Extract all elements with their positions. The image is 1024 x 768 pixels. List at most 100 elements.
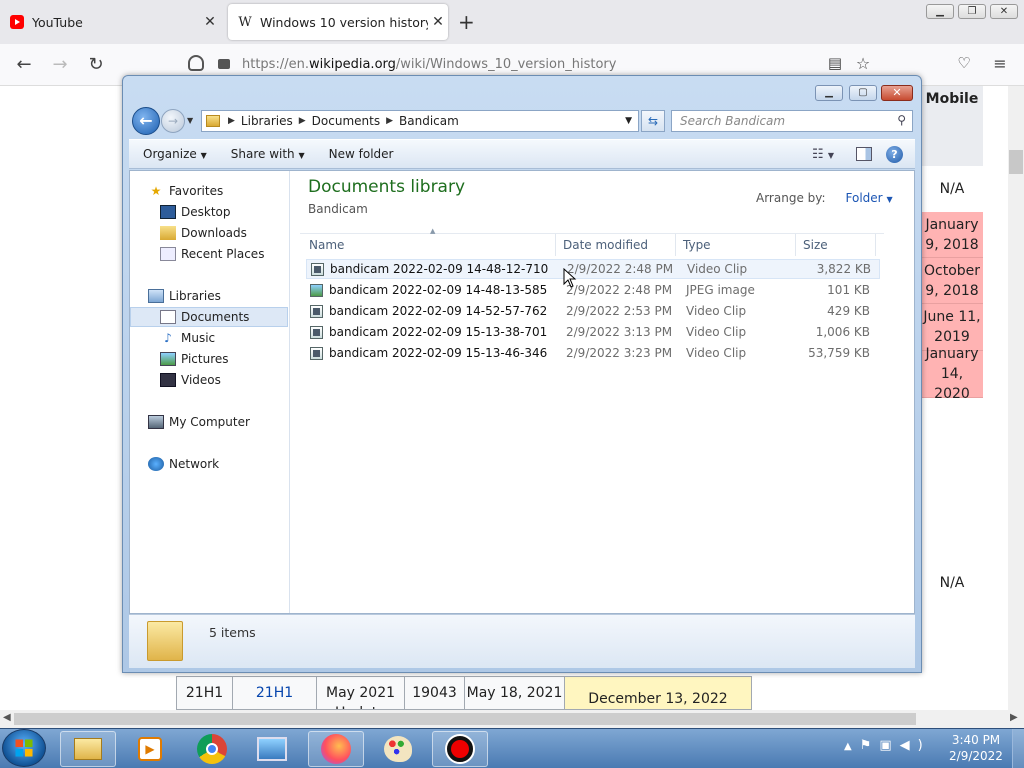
library-subtitle: Bandicam [308,202,368,216]
table-cell: 21H1 [177,677,233,709]
scroll-left-icon[interactable]: ◀ [3,712,11,723]
folder-icon [206,115,220,127]
view-options-icon[interactable]: ☷ ▼ [812,147,834,162]
explorer-forward-icon[interactable]: → [161,109,185,133]
chevron-down-icon: ▼ [200,151,207,160]
table-cell: December 13, 2022 [565,677,751,709]
navigation-pane: ★ Favorites Desktop Downloads Recent Plac… [130,171,290,613]
recent-places-icon [160,247,176,261]
back-icon[interactable]: ← [13,54,35,75]
documents-icon [160,310,176,324]
refresh-icon[interactable]: ⇆ [641,110,665,132]
start-button[interactable] [2,729,46,767]
taskbar-bandicam[interactable] [432,731,488,767]
address-dropdown-icon[interactable]: ▼ [625,116,632,126]
preview-pane-icon[interactable] [856,147,872,161]
nav-downloads[interactable]: Downloads [130,223,288,243]
folder-icon [74,738,102,760]
file-row[interactable]: bandicam 2022-02-09 14-48-12-710 2/9/202… [306,259,880,279]
history-dropdown-icon[interactable]: ▼ [187,116,193,125]
file-row[interactable]: bandicam 2022-02-09 14-48-13-585 2/9/202… [306,280,880,300]
taskbar-chrome[interactable] [184,731,240,767]
vertical-scrollbar[interactable] [1008,86,1024,710]
taskbar-photo-viewer[interactable] [244,731,300,767]
share-with-button[interactable]: Share with ▼ [231,147,305,161]
breadcrumb-separator-icon[interactable]: ▶ [386,116,393,126]
breadcrumb-separator-icon[interactable]: ▶ [299,116,306,126]
new-tab-button[interactable]: + [458,12,475,32]
shield-icon[interactable] [188,55,204,71]
taskbar-paint[interactable] [370,731,426,767]
explorer-back-icon[interactable]: ← [132,107,160,135]
file-row[interactable]: bandicam 2022-02-09 15-13-46-346 2/9/202… [306,343,880,363]
network-tray-icon[interactable]: ▣ [879,738,899,753]
nav-music[interactable]: ♪ Music [130,328,288,348]
action-center-icon[interactable]: ⚑ [860,738,880,753]
nav-videos[interactable]: Videos [130,370,288,390]
browser-tab-bar: YouTube ✕ W Windows 10 version history -… [0,0,1024,44]
explorer-maximize-icon[interactable]: ▢ [849,85,877,101]
column-header-date[interactable]: Date modified [556,234,676,256]
help-icon[interactable]: ? [886,145,903,163]
minimize-icon[interactable]: ▁ [926,4,954,19]
restore-icon[interactable]: ❐ [958,4,986,19]
pocket-icon[interactable]: ♡ [953,54,975,72]
search-placeholder: Search Bandicam [680,114,786,128]
nav-desktop[interactable]: Desktop [130,202,288,222]
file-row[interactable]: bandicam 2022-02-09 15-13-38-701 2/9/202… [306,322,880,342]
taskbar-media-player[interactable]: ▶ [122,731,178,767]
search-icon[interactable]: ⚲ [897,113,906,127]
search-input[interactable]: Search Bandicam ⚲ [671,110,913,132]
column-header-type[interactable]: Type [676,234,796,256]
column-header-name[interactable]: Name [302,234,556,256]
music-icon: ♪ [164,331,172,345]
scroll-right-icon[interactable]: ▶ [1010,712,1018,723]
bookmark-star-icon[interactable]: ☆ [852,54,874,73]
taskbar-firefox[interactable] [308,731,364,767]
file-row[interactable]: bandicam 2022-02-09 14-52-57-762 2/9/202… [306,301,880,321]
breadcrumb-documents[interactable]: Documents [312,114,380,128]
close-icon[interactable]: ✕ [990,4,1018,19]
nav-pictures[interactable]: Pictures [130,349,288,369]
organize-button[interactable]: Organize ▼ [143,147,207,161]
pictures-icon [160,352,176,366]
tab-close-icon[interactable]: ✕ [428,14,448,30]
column-header-size[interactable]: Size [796,234,876,256]
forward-icon[interactable]: → [49,54,71,75]
reader-view-icon[interactable]: ▤ [824,54,846,72]
menu-icon[interactable]: ≡ [989,54,1011,73]
tab-title: YouTube [32,14,83,30]
reload-icon[interactable]: ↻ [85,54,107,75]
horizontal-scroll-thumb[interactable] [14,713,916,725]
nav-recent-places[interactable]: Recent Places [130,244,288,264]
lock-icon[interactable] [218,59,230,69]
table-cell: October 9, 2018 [921,258,983,304]
tab-youtube[interactable]: YouTube ✕ [0,4,220,40]
tab-wikipedia[interactable]: W Windows 10 version history - W ✕ [228,4,448,40]
new-folder-button[interactable]: New folder [329,147,394,161]
nav-network[interactable]: Network [130,454,288,474]
tab-close-icon[interactable]: ✕ [200,14,220,30]
taskbar-explorer[interactable] [60,731,116,767]
volume-icon[interactable]: ◀) [900,738,931,753]
nav-favorites[interactable]: ★ Favorites [130,181,288,201]
explorer-minimize-icon[interactable]: ▁ [815,85,843,101]
desktop-icon [160,205,176,219]
show-desktop-button[interactable] [1012,729,1024,768]
breadcrumb-bandicam[interactable]: Bandicam [399,114,459,128]
url-text[interactable]: https://en.wikipedia.org/wiki/Windows_10… [242,57,616,72]
address-bar[interactable]: ▶ Libraries ▶ Documents ▶ Bandicam ▼ [201,110,639,132]
nav-my-computer[interactable]: My Computer [130,412,288,432]
paint-icon [384,736,412,762]
video-file-icon [310,304,323,318]
breadcrumb-separator-icon[interactable]: ▶ [228,116,235,126]
nav-documents[interactable]: Documents [130,307,288,327]
breadcrumb-libraries[interactable]: Libraries [241,114,293,128]
nav-libraries[interactable]: Libraries [130,286,288,306]
arrange-by-dropdown[interactable]: Folder ▼ [836,191,893,205]
clock[interactable]: 3:40 PM 2/9/2022 [944,732,1008,764]
show-hidden-icons-icon[interactable]: ▲ [844,741,860,752]
table-cell-link[interactable]: 21H1 [233,677,317,709]
explorer-close-icon[interactable]: ✕ [881,85,913,101]
vertical-scroll-thumb[interactable] [1009,150,1023,174]
